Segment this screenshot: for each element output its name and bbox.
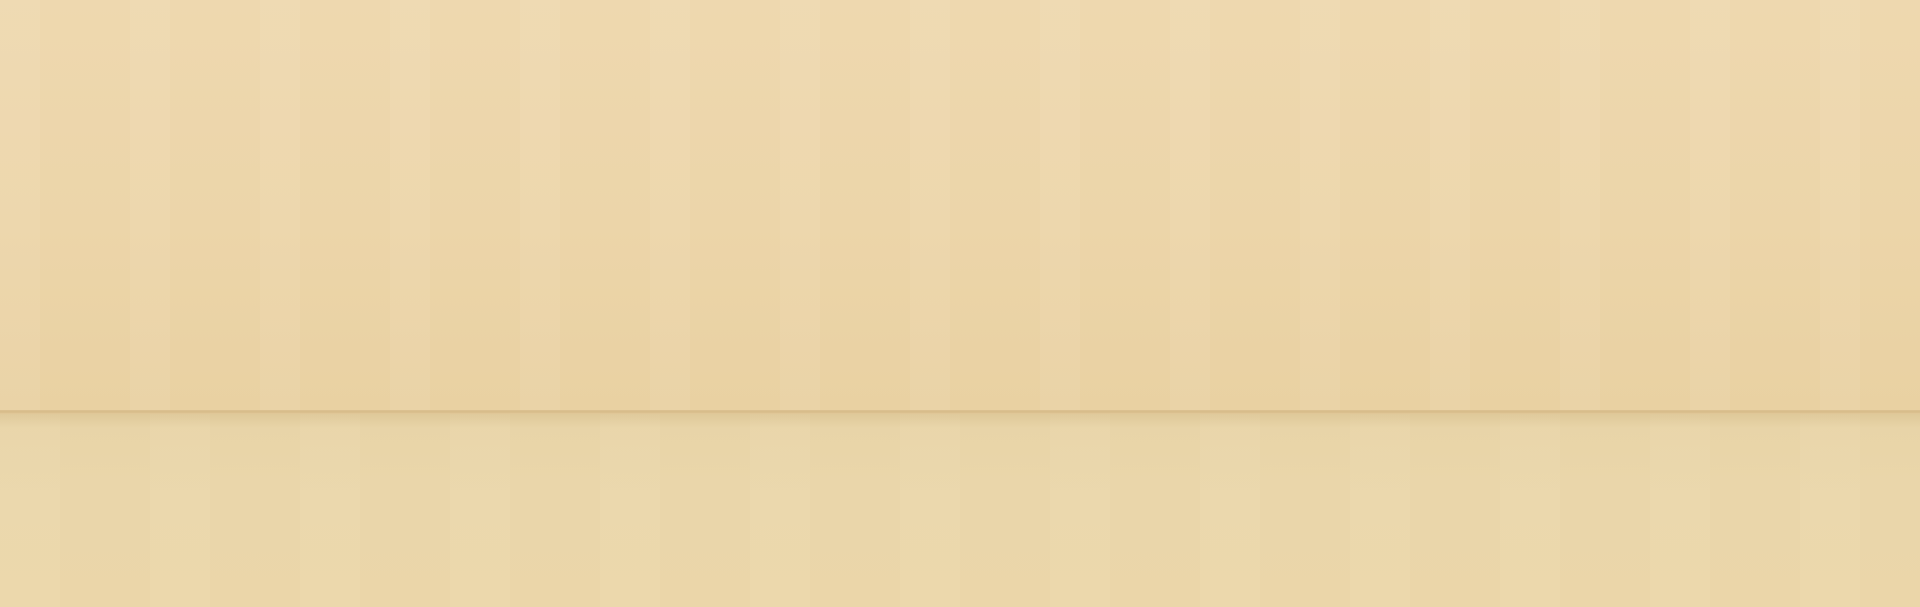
lower-panel [0, 414, 1920, 607]
background-surface [0, 0, 1920, 607]
upper-panel [0, 0, 1920, 410]
seam-shadow [0, 414, 1920, 428]
